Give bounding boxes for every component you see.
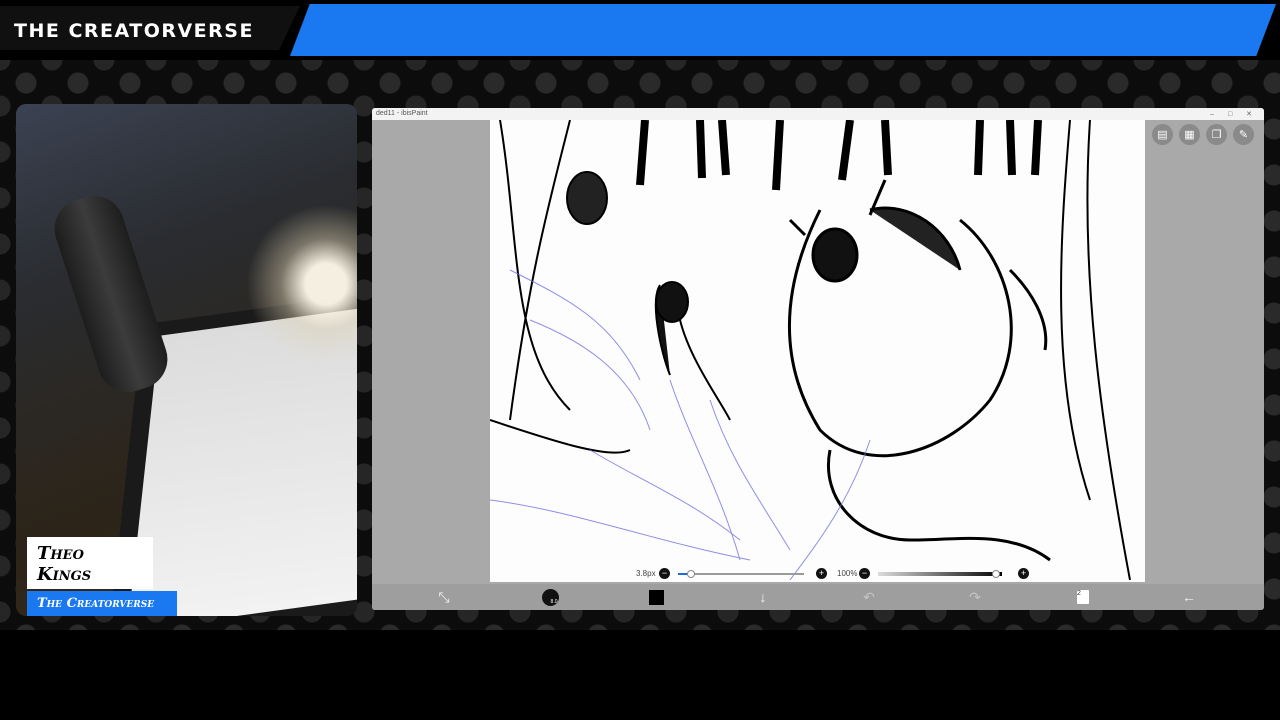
brush-size-minus-button[interactable]: − xyxy=(659,568,670,579)
brush-size-plus-button[interactable]: + xyxy=(816,568,827,579)
header-accent-bar xyxy=(290,4,1276,56)
lower-third: Theo Kings The Creatorverse xyxy=(27,537,177,616)
selection-icon[interactable]: ▦ xyxy=(1179,124,1200,145)
window-controls[interactable]: – □ ✕ xyxy=(1210,110,1258,118)
bottom-toolbar: ⤡ 8.0 ↓ ↶ ↷ 2 ← xyxy=(372,584,1264,610)
brush-sliders: 3.8px − + 100% − + xyxy=(490,566,1145,582)
opacity-plus-button[interactable]: + xyxy=(1018,568,1029,579)
back-arrow-icon[interactable]: ← xyxy=(1180,588,1198,606)
window-titlebar: ded11 - ibisPaint – □ ✕ xyxy=(372,108,1264,120)
redo-icon[interactable]: ↷ xyxy=(966,588,984,606)
window-title: ded11 - ibisPaint xyxy=(376,110,428,117)
minimize-button[interactable]: – xyxy=(1210,111,1220,118)
stream-header: THE CREATORVERSE xyxy=(0,0,1280,60)
brush-size-label: 3.8px xyxy=(636,569,656,578)
transform-icon[interactable]: ⤡ xyxy=(435,588,453,606)
brush-size-slider[interactable] xyxy=(678,570,804,578)
color-swatch xyxy=(648,589,664,605)
brand-banner: THE CREATORVERSE xyxy=(0,6,300,50)
layer-count-badge: 2 xyxy=(1077,590,1089,604)
layer-button[interactable]: 2 xyxy=(1074,588,1092,606)
paint-app-window: ded11 - ibisPaint – □ ✕ ▤ ▦ ❐ ✎ 3.8px − … xyxy=(372,108,1264,610)
channel-name: The Creatorverse xyxy=(27,591,177,616)
pen-icon[interactable]: ✎ xyxy=(1233,124,1254,145)
drawing-canvas[interactable] xyxy=(490,120,1145,582)
opacity-label: 100% xyxy=(837,569,858,578)
brush-button[interactable]: 8.0 xyxy=(541,588,559,606)
brand-title: THE CREATORVERSE xyxy=(14,20,254,42)
undo-icon[interactable]: ↶ xyxy=(860,588,878,606)
maximize-button[interactable]: □ xyxy=(1228,111,1238,118)
color-button[interactable] xyxy=(647,588,665,606)
opacity-minus-button[interactable]: − xyxy=(859,568,870,579)
download-arrow-icon[interactable]: ↓ xyxy=(754,588,772,606)
right-toolbar: ▤ ▦ ❐ ✎ xyxy=(1152,124,1254,145)
brush-size-knob[interactable] xyxy=(687,570,696,578)
close-button[interactable]: ✕ xyxy=(1246,111,1258,118)
opacity-slider[interactable] xyxy=(878,570,1002,578)
artwork-sketch xyxy=(490,120,1131,581)
microphone xyxy=(46,188,176,400)
layers-panel-icon[interactable]: ▤ xyxy=(1152,124,1173,145)
opacity-knob[interactable] xyxy=(991,570,1000,578)
brush-size-icon: 8.0 xyxy=(541,588,559,606)
streamer-name: Theo Kings xyxy=(27,537,153,589)
copy-icon[interactable]: ❐ xyxy=(1206,124,1227,145)
